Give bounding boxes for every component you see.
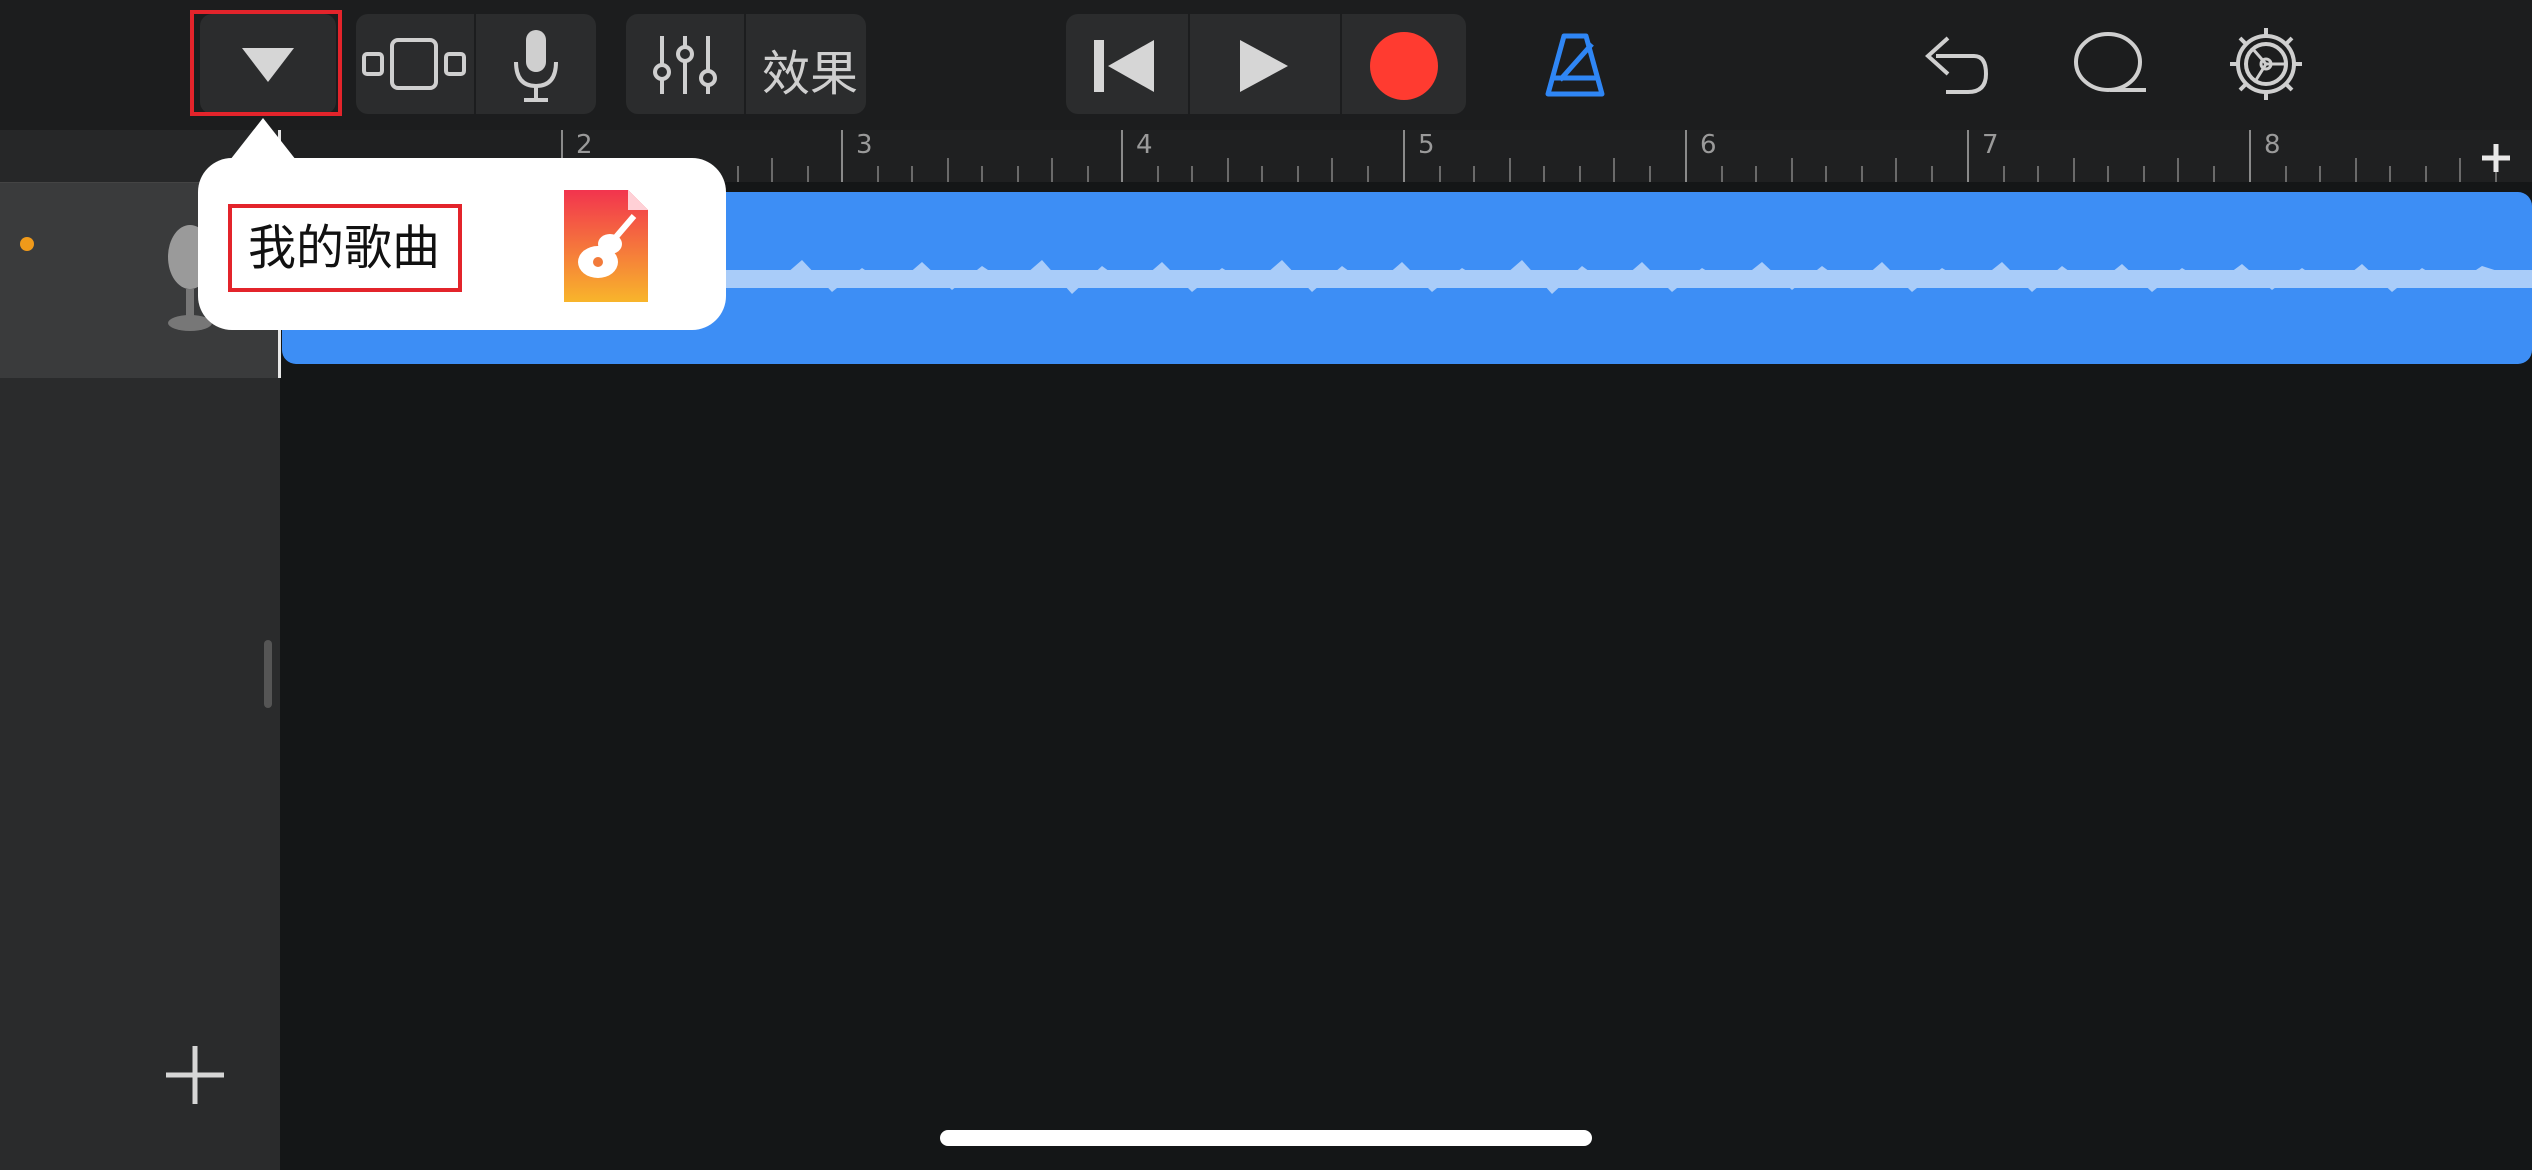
go-to-beginning-icon[interactable] bbox=[1090, 36, 1160, 96]
bar-number: 2 bbox=[576, 130, 593, 160]
bar-number: 8 bbox=[2264, 130, 2281, 160]
add-track-icon[interactable] bbox=[160, 1040, 230, 1110]
popover-arrow bbox=[230, 118, 296, 160]
tracks-view-icon[interactable] bbox=[356, 34, 472, 94]
microphone-icon[interactable] bbox=[506, 26, 566, 106]
separator bbox=[474, 14, 476, 114]
bar-number: 7 bbox=[1982, 130, 1999, 160]
bar-number: 4 bbox=[1136, 130, 1153, 160]
mixer-effects-group: 效果 bbox=[626, 14, 866, 114]
metronome-icon[interactable] bbox=[1540, 30, 1610, 100]
loop-icon[interactable] bbox=[2070, 26, 2150, 102]
play-icon[interactable] bbox=[1234, 36, 1294, 96]
track-indicator-dot bbox=[20, 237, 34, 251]
effects-button[interactable]: 效果 bbox=[762, 34, 858, 104]
separator bbox=[1188, 14, 1190, 114]
highlight-box-menu bbox=[190, 10, 342, 116]
song-name-label[interactable]: 我的歌曲 bbox=[228, 204, 462, 292]
bar-number: 3 bbox=[856, 130, 873, 160]
view-group bbox=[356, 14, 596, 114]
garageband-icon[interactable] bbox=[560, 186, 650, 306]
undo-icon[interactable] bbox=[1916, 30, 1992, 100]
bar-number: 5 bbox=[1418, 130, 1435, 160]
top-toolbar: 效果 bbox=[0, 0, 2532, 130]
record-icon[interactable] bbox=[1368, 30, 1440, 102]
home-indicator[interactable] bbox=[940, 1130, 1592, 1146]
sidebar-resize-handle[interactable] bbox=[264, 640, 272, 708]
separator bbox=[744, 14, 746, 114]
transport-controls bbox=[1066, 14, 1466, 114]
separator bbox=[1340, 14, 1342, 114]
mixer-sliders-icon[interactable] bbox=[652, 32, 718, 98]
settings-gear-icon[interactable] bbox=[2228, 26, 2304, 102]
add-section-icon[interactable] bbox=[2476, 138, 2516, 178]
bar-number: 6 bbox=[1700, 130, 1717, 160]
